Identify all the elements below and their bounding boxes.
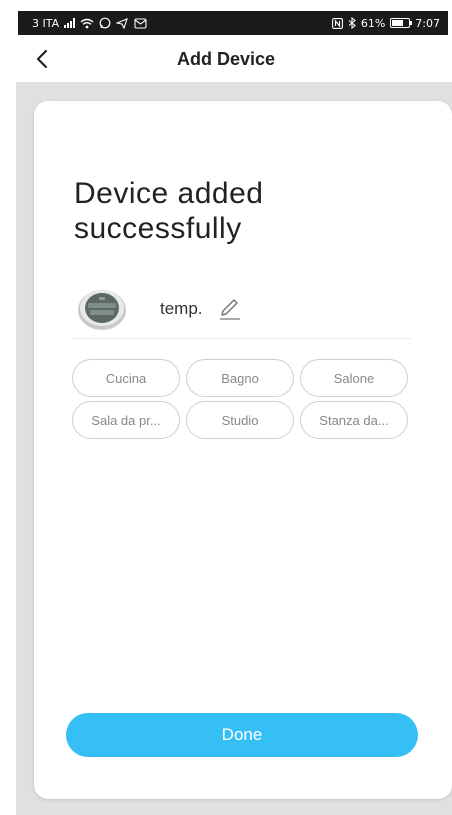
room-chip-salone[interactable]: Salone [300, 359, 408, 397]
notification-icon [134, 17, 147, 29]
room-chip-stanza-da[interactable]: Stanza da... [300, 401, 408, 439]
bluetooth-icon [348, 17, 356, 29]
battery-icon [390, 18, 413, 28]
divider [72, 338, 411, 339]
status-right: 61% 7:07 [331, 16, 440, 30]
status-left: 3 ITA [32, 17, 147, 30]
battery-percent: 61% [360, 16, 386, 30]
pencil-icon [219, 299, 240, 320]
page-title: Add Device [176, 48, 276, 69]
status-bar: 3 ITA 61% 7:07 [18, 11, 448, 35]
app-header: Add Device [0, 36, 452, 82]
signal-icon [64, 18, 76, 28]
clock: 7:07 [415, 16, 440, 30]
navigation-icon [116, 18, 129, 29]
device-added-card: Device added successfully temp. Cucina B… [34, 101, 452, 799]
device-row: temp. [76, 279, 411, 339]
nfc-icon [331, 17, 343, 29]
done-button[interactable]: Done [66, 713, 418, 757]
lcd-thermometer-icon [78, 290, 126, 330]
edit-name-button[interactable] [217, 296, 243, 322]
success-title: Device added successfully [74, 177, 264, 245]
room-chip-sala-da-pranzo[interactable]: Sala da pr... [72, 401, 180, 439]
room-chip-group: Cucina Bagno Salone Sala da pr... Studio… [72, 359, 408, 439]
whatsapp-icon [99, 17, 111, 29]
chevron-left-icon [36, 49, 48, 69]
device-name: temp. [160, 299, 203, 318]
wifi-icon [80, 18, 94, 28]
carrier-label: 3 ITA [32, 16, 60, 30]
room-chip-cucina[interactable]: Cucina [72, 359, 180, 397]
room-chip-studio[interactable]: Studio [186, 401, 294, 439]
room-chip-bagno[interactable]: Bagno [186, 359, 294, 397]
back-button[interactable] [28, 44, 56, 74]
